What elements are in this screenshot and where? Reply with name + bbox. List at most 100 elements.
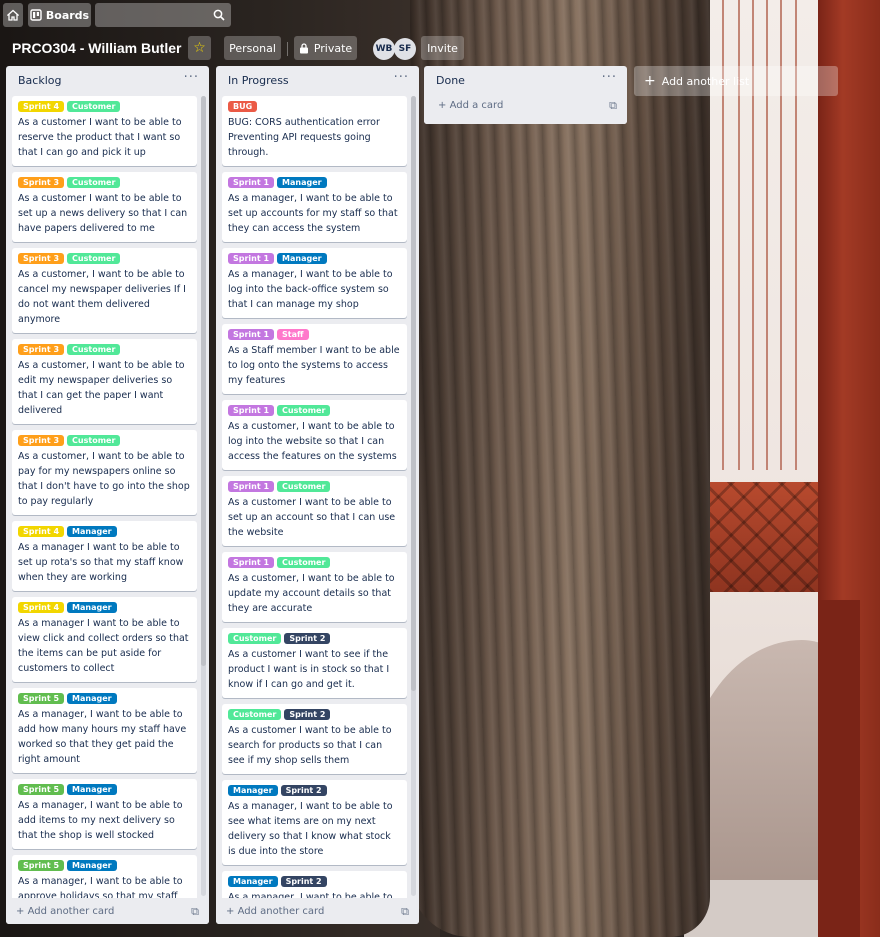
card-label[interactable]: Sprint 3 bbox=[18, 177, 65, 188]
card[interactable]: Sprint 1 Manager As a manager, I want to b… bbox=[222, 172, 407, 242]
scrollbar[interactable] bbox=[411, 96, 416, 896]
card-label[interactable]: Manager bbox=[228, 785, 278, 796]
card-label[interactable]: Sprint 5 bbox=[18, 860, 65, 871]
card[interactable]: Sprint 1 Staff As a Staff member I want to… bbox=[222, 324, 407, 394]
list-title[interactable]: Done bbox=[436, 74, 465, 87]
card-label[interactable]: Sprint 5 bbox=[18, 784, 65, 795]
list-title[interactable]: In Progress bbox=[228, 74, 289, 87]
avatar[interactable]: SF bbox=[394, 38, 416, 60]
card-label[interactable]: Sprint 2 bbox=[280, 785, 327, 796]
card[interactable]: Sprint 1 Customer As a customer I want to … bbox=[222, 476, 407, 546]
card-label[interactable]: Customer bbox=[67, 435, 121, 446]
card-label[interactable]: Customer bbox=[228, 709, 282, 720]
card-label[interactable]: Sprint 1 bbox=[228, 253, 275, 264]
card-label[interactable]: Sprint 4 bbox=[18, 602, 65, 613]
card-label[interactable]: Manager bbox=[67, 526, 117, 537]
card-label[interactable]: Staff bbox=[277, 329, 309, 340]
card-label[interactable]: Sprint 5 bbox=[18, 693, 65, 704]
card[interactable]: Sprint 5 Manager As a manager, I want to b… bbox=[12, 779, 197, 849]
card-label[interactable]: Manager bbox=[67, 602, 117, 613]
card-label[interactable]: Customer bbox=[67, 344, 121, 355]
card[interactable]: Sprint 4 Customer As a customer I want to … bbox=[12, 96, 197, 166]
card-label[interactable]: Sprint 3 bbox=[18, 344, 65, 355]
card[interactable]: Customer Sprint 2 As a customer I want to … bbox=[222, 628, 407, 698]
card-title: As a manager, I want to be able to see w… bbox=[228, 801, 393, 857]
card[interactable]: BUG BUG: CORS authentication error Preven… bbox=[222, 96, 407, 166]
card[interactable]: Customer Sprint 2 As a customer I want to … bbox=[222, 704, 407, 774]
add-card-button[interactable]: + Add another card bbox=[226, 906, 324, 917]
card-labels: Sprint 3 Customer bbox=[18, 435, 191, 446]
card-label[interactable]: Customer bbox=[277, 557, 331, 568]
add-card-button[interactable]: + Add a card bbox=[438, 100, 503, 111]
board-header: PRCO304 - William Butler ☆ Personal Priv… bbox=[0, 36, 880, 62]
card-label[interactable]: Sprint 3 bbox=[18, 435, 65, 446]
home-button[interactable] bbox=[3, 3, 23, 27]
card-label[interactable]: Manager bbox=[277, 253, 327, 264]
card-label[interactable]: Sprint 4 bbox=[18, 101, 65, 112]
card-label[interactable]: Customer bbox=[67, 177, 121, 188]
add-list-button[interactable]: + Add another list bbox=[634, 66, 838, 96]
more-icon[interactable]: ··· bbox=[602, 70, 617, 85]
card-label[interactable]: Customer bbox=[67, 253, 121, 264]
card-label[interactable]: Sprint 1 bbox=[228, 177, 275, 188]
card-template-icon[interactable]: ⧉ bbox=[191, 905, 199, 919]
card[interactable]: ManagerSprint 2 As a manager, I want to b… bbox=[222, 780, 407, 865]
search-input[interactable] bbox=[95, 3, 231, 27]
private-button[interactable]: Private bbox=[294, 36, 357, 60]
card-label[interactable]: Sprint 2 bbox=[280, 876, 327, 887]
card-label[interactable]: Manager bbox=[67, 784, 117, 795]
card-label[interactable]: Customer bbox=[277, 405, 331, 416]
card-label[interactable]: Customer bbox=[277, 481, 331, 492]
card-label[interactable]: Sprint 1 bbox=[228, 405, 275, 416]
card-label[interactable]: Sprint 1 bbox=[228, 329, 275, 340]
card-title: As a manager I want to be able to view c… bbox=[18, 618, 189, 674]
board-title[interactable]: PRCO304 - William Butler bbox=[12, 40, 181, 56]
card-title: As a customer, I want to be able to pay … bbox=[18, 451, 190, 507]
card-label[interactable]: Sprint 2 bbox=[284, 709, 331, 720]
card-label[interactable]: Manager bbox=[228, 876, 278, 887]
list-backlog: Backlog ··· Sprint 4 Customer As a custome… bbox=[6, 66, 209, 924]
card-labels: Sprint 3 Customer bbox=[18, 344, 191, 355]
card-label[interactable]: Sprint 1 bbox=[228, 481, 275, 492]
personal-button[interactable]: Personal bbox=[224, 36, 281, 60]
card-label[interactable]: Manager bbox=[67, 860, 117, 871]
card-template-icon[interactable]: ⧉ bbox=[401, 905, 409, 919]
card[interactable]: Sprint 1 Customer As a customer, I want to… bbox=[222, 552, 407, 622]
avatar[interactable]: WB bbox=[373, 38, 395, 60]
list-in-progress: In Progress ··· BUG BUG: CORS authenticat… bbox=[216, 66, 419, 924]
card[interactable]: Sprint 1 Customer As a customer, I want to… bbox=[222, 400, 407, 470]
card-label[interactable]: Sprint 1 bbox=[228, 557, 275, 568]
card-labels: Sprint 1 Manager bbox=[228, 177, 401, 188]
card[interactable]: Sprint 1 Manager As a manager, I want to b… bbox=[222, 248, 407, 318]
card[interactable]: Sprint 3 Customer As a customer, I want to… bbox=[12, 339, 197, 424]
card-label[interactable]: BUG bbox=[228, 101, 258, 112]
card-label[interactable]: Sprint 2 bbox=[284, 633, 331, 644]
boards-icon bbox=[30, 9, 42, 21]
card[interactable]: Sprint 3 Customer As a customer I want to … bbox=[12, 172, 197, 242]
boards-button[interactable]: Boards bbox=[28, 3, 91, 27]
card-template-icon[interactable]: ⧉ bbox=[609, 99, 617, 113]
star-button[interactable]: ☆ bbox=[188, 36, 211, 60]
card-title: As a customer I want to be able to searc… bbox=[228, 725, 392, 766]
more-icon[interactable]: ··· bbox=[394, 70, 409, 85]
card[interactable]: Sprint 4 Manager As a manager I want to be… bbox=[12, 597, 197, 682]
card-label[interactable]: Sprint 3 bbox=[18, 253, 65, 264]
card-list: BUG BUG: CORS authentication error Preven… bbox=[222, 96, 407, 917]
card-label[interactable]: Sprint 4 bbox=[18, 526, 65, 537]
add-card-button[interactable]: + Add another card bbox=[16, 906, 114, 917]
card-label[interactable]: Manager bbox=[277, 177, 327, 188]
card-labels: Sprint 4 Manager bbox=[18, 526, 191, 537]
card[interactable]: Sprint 4 Manager As a manager I want to be… bbox=[12, 521, 197, 591]
scrollbar[interactable] bbox=[201, 96, 206, 896]
card[interactable]: Sprint 3 Customer As a customer, I want to… bbox=[12, 248, 197, 333]
card-label[interactable]: Manager bbox=[67, 693, 117, 704]
card-labels: Sprint 3 Customer bbox=[18, 177, 191, 188]
more-icon[interactable]: ··· bbox=[184, 70, 199, 85]
list-title[interactable]: Backlog bbox=[18, 74, 61, 87]
card-label[interactable]: Customer bbox=[228, 633, 282, 644]
card-labels: Sprint 1 Customer bbox=[228, 481, 401, 492]
invite-button[interactable]: Invite bbox=[421, 36, 464, 60]
card[interactable]: Sprint 3 Customer As a customer, I want to… bbox=[12, 430, 197, 515]
card[interactable]: Sprint 5 Manager As a manager, I want to b… bbox=[12, 688, 197, 773]
card-label[interactable]: Customer bbox=[67, 101, 121, 112]
